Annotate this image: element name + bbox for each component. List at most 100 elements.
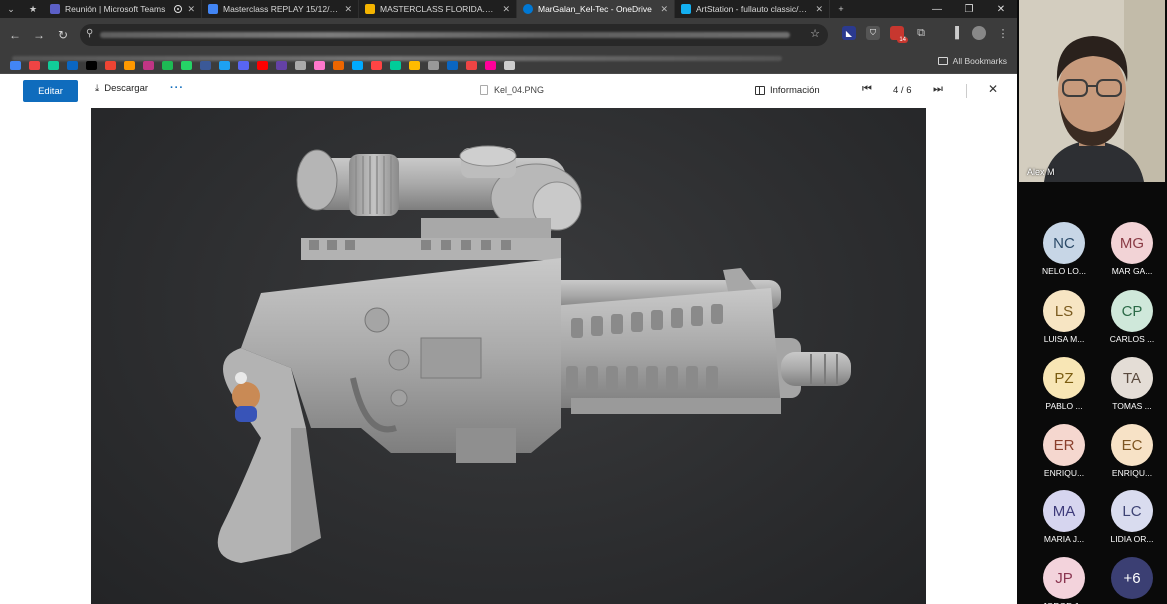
download-button[interactable]: ⤓ Descargar (95, 83, 148, 94)
browser-toolbar: ← → ↻ ⚲ ☆ ◣ ⛉ 14 ⧉ ▐ ⋮ (0, 18, 1017, 52)
bookmark-favicon-icon[interactable] (314, 61, 325, 70)
tab-artstation[interactable]: ArtStation - fullauto classic/m1c ✕ (675, 0, 830, 18)
close-window-icon[interactable]: ✕ (985, 0, 1017, 18)
forward-arrow-icon[interactable]: → (27, 23, 51, 47)
participant-tile[interactable]: NC NELO LO... (1029, 222, 1099, 282)
tab-onedrive[interactable]: MarGalan_Kel-Tec - OneDrive ✕ (517, 0, 675, 18)
tab-close-icon[interactable]: ✕ (815, 4, 823, 15)
tab-close-icon[interactable]: ✕ (344, 4, 352, 15)
tab-close-icon[interactable]: ✕ (660, 4, 668, 15)
self-video-tile[interactable]: Alex M (1019, 0, 1165, 182)
participant-avatar: EC (1111, 424, 1153, 466)
artstation-icon (681, 4, 691, 14)
bookmark-favicon-icon[interactable] (447, 61, 458, 70)
site-info-icon[interactable]: ⚲ (86, 28, 93, 39)
first-image-icon[interactable]: ⏮ (862, 83, 872, 96)
bookmark-favicon-icon[interactable] (295, 61, 306, 70)
close-viewer-icon[interactable]: ✕ (988, 82, 998, 96)
bookmark-favicon-icon[interactable] (428, 61, 439, 70)
bookmark-favicon-icon[interactable] (10, 61, 21, 70)
participant-tile[interactable]: TA TOMAS ... (1097, 357, 1167, 417)
bookmark-favicon-icon[interactable] (124, 61, 135, 70)
bookmark-favicon-icon[interactable] (257, 61, 268, 70)
tab-teams[interactable]: Reunión | Microsoft Teams ✕ (44, 0, 202, 18)
participant-avatar: ER (1043, 424, 1085, 466)
participant-name: ENRIQU... (1043, 468, 1085, 478)
teams-meeting-panel: Alex M NC NELO LO... MG MAR GA... LS LUISA M.… (1017, 0, 1167, 604)
more-options-button[interactable]: ··· (170, 82, 184, 94)
bookmark-favicon-icon[interactable] (48, 61, 59, 70)
participant-tile[interactable]: MA MARIA J... (1029, 490, 1099, 550)
viewer-toolbar: Editar ⤓ Descargar ··· Kel_04.PNG Inform… (0, 75, 1017, 108)
participant-tile[interactable]: EC ENRIQU... (1097, 424, 1167, 484)
bookmark-favicon-icon[interactable] (200, 61, 211, 70)
bookmark-favicon-icon[interactable] (409, 61, 420, 70)
info-button[interactable]: Información (755, 85, 820, 96)
bookmark-favicon-icon[interactable] (181, 61, 192, 70)
bookmark-star-icon[interactable]: ☆ (810, 27, 820, 40)
bookmark-favicon-icon[interactable] (67, 61, 78, 70)
bookmark-favicon-icon[interactable] (238, 61, 249, 70)
browser-menu-icon[interactable]: ⋮ (996, 26, 1010, 40)
participant-tile[interactable]: LS LUISA M... (1029, 290, 1099, 350)
participant-avatar: +6 (1111, 557, 1153, 599)
bookmark-favicon-icon[interactable] (352, 61, 363, 70)
new-tab-button[interactable]: + (830, 0, 852, 18)
bookmark-favicon-icon[interactable] (466, 61, 477, 70)
back-arrow-icon[interactable]: ← (3, 23, 27, 47)
toolbar-divider (966, 84, 967, 98)
participant-tile[interactable]: PZ PABLO ... (1029, 357, 1099, 417)
receiver-and-grip (217, 258, 561, 563)
reload-icon[interactable]: ↻ (51, 23, 75, 47)
participant-tile[interactable]: MG MAR GA... (1097, 222, 1167, 282)
tab-strip: ⌄ ★ Reunión | Microsoft Teams ✕ Mastercl… (0, 0, 1017, 18)
shield-icon[interactable]: ⛉ (866, 26, 880, 40)
bookmark-icons (10, 61, 515, 70)
profile-avatar-icon[interactable] (972, 26, 986, 40)
pistol-render-illustration (217, 145, 851, 563)
more-participants-button[interactable]: +6 (1097, 557, 1167, 604)
participant-avatar: CP (1111, 290, 1153, 332)
address-bar[interactable]: ⚲ ☆ (80, 24, 828, 46)
scope (296, 145, 582, 253)
participant-tile[interactable]: LC LIDIA OR... (1097, 490, 1167, 550)
bookmark-favicon-icon[interactable] (371, 61, 382, 70)
participant-tile[interactable]: JPJORGE J... (1029, 557, 1099, 604)
participant-name: ENRIQU... (1111, 468, 1153, 478)
restore-icon[interactable]: ❐ (953, 0, 985, 18)
image-counter: 4 / 6 (893, 85, 912, 96)
window-controls: — ❐ ✕ (921, 0, 1017, 18)
pinned-star-icon[interactable]: ★ (22, 0, 44, 18)
bookmark-favicon-icon[interactable] (485, 61, 496, 70)
tab-close-icon[interactable]: ✕ (502, 4, 510, 15)
extensions-puzzle-icon[interactable]: ⧉ (914, 26, 928, 40)
bookmark-favicon-icon[interactable] (333, 61, 344, 70)
recording-icon (174, 5, 183, 13)
extension-badge-icon[interactable]: 14 (890, 26, 908, 43)
participant-tile[interactable]: CP CARLOS ... (1097, 290, 1167, 350)
edit-button[interactable]: Editar (23, 80, 78, 102)
bookmark-favicon-icon[interactable] (162, 61, 173, 70)
last-image-icon[interactable]: ⏭ (933, 83, 943, 96)
all-bookmarks-button[interactable]: All Bookmarks (937, 56, 1007, 66)
webcam-person-illustration (1019, 0, 1165, 182)
tab-docs[interactable]: Masterclass REPLAY 15/12/2023 ✕ (202, 0, 359, 18)
bookmark-favicon-icon[interactable] (219, 61, 230, 70)
tab-search-chevron-icon[interactable]: ⌄ (0, 0, 22, 18)
side-panel-icon[interactable]: ▐ (948, 26, 962, 40)
participant-name: PABLO ... (1045, 401, 1083, 411)
bookmark-favicon-icon[interactable] (29, 61, 40, 70)
bookmark-favicon-icon[interactable] (276, 61, 287, 70)
bookmark-favicon-icon[interactable] (86, 61, 97, 70)
extension-icon[interactable]: ◣ (842, 26, 856, 40)
participant-tile[interactable]: ER ENRIQU... (1029, 424, 1099, 484)
tab-slides[interactable]: MASTERCLASS FLORIDA.pptx - ✕ (359, 0, 517, 18)
minimize-icon[interactable]: — (921, 0, 953, 18)
bookmark-favicon-icon[interactable] (143, 61, 154, 70)
participant-avatar: PZ (1043, 357, 1085, 399)
bookmark-favicon-icon[interactable] (390, 61, 401, 70)
tab-close-icon[interactable]: ✕ (187, 4, 195, 15)
bookmark-favicon-icon[interactable] (105, 61, 116, 70)
bookmark-favicon-icon[interactable] (504, 61, 515, 70)
bookmarks-bar: All Bookmarks (0, 52, 1017, 74)
